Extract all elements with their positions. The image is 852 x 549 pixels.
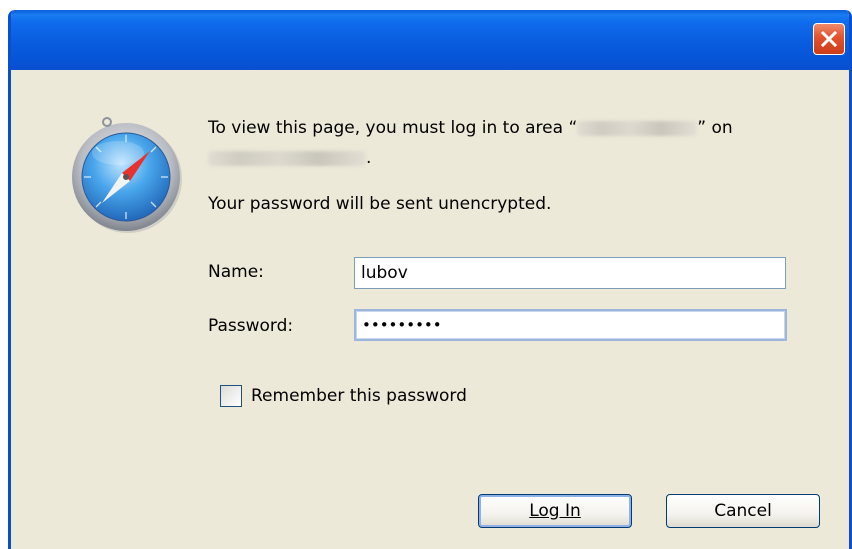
close-button[interactable] <box>813 23 845 55</box>
dialog-content: To view this page, you must log in to ar… <box>11 70 849 549</box>
cancel-button-label: Cancel <box>714 501 772 521</box>
login-dialog-window: To view this page, you must log in to ar… <box>8 10 852 549</box>
password-label: Password: <box>208 316 294 336</box>
redacted-area-name <box>577 120 698 136</box>
message-middle: ” on <box>697 118 733 138</box>
safari-compass-icon <box>72 117 182 233</box>
log-in-button-label: Log In <box>529 501 581 521</box>
message-line-2: . <box>208 148 371 168</box>
password-masked-value: ••••••••• <box>362 316 442 334</box>
password-input[interactable]: ••••••••• <box>354 309 787 341</box>
remember-password-checkbox[interactable] <box>220 385 242 407</box>
remember-password-label[interactable]: Remember this password <box>251 386 467 406</box>
message-prefix: To view this page, you must log in to ar… <box>208 118 578 138</box>
name-input[interactable] <box>354 257 786 289</box>
name-label: Name: <box>208 262 264 282</box>
message-end: . <box>366 148 372 168</box>
close-icon <box>820 30 838 48</box>
message-line-1: To view this page, you must log in to ar… <box>208 118 733 138</box>
title-bar[interactable] <box>11 10 849 70</box>
cancel-button[interactable]: Cancel <box>666 494 820 528</box>
log-in-button[interactable]: Log In <box>478 494 632 528</box>
unencrypted-warning: Your password will be sent unencrypted. <box>208 194 552 214</box>
redacted-host <box>208 150 366 166</box>
